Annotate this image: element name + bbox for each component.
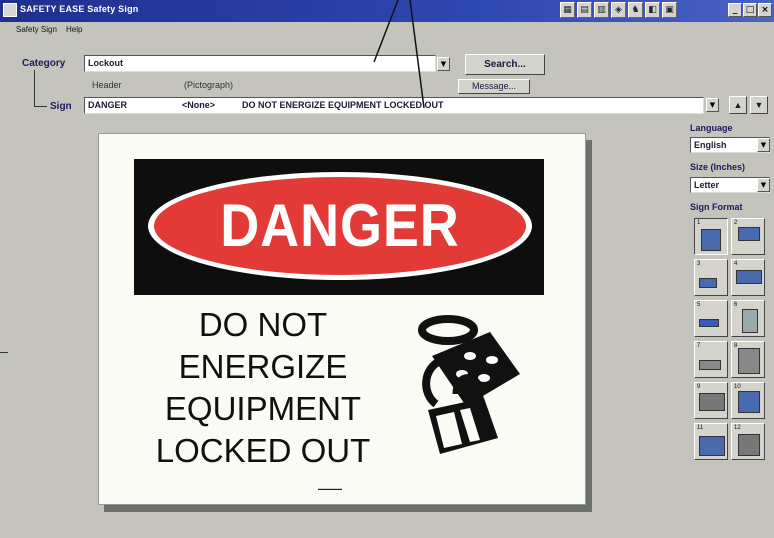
previous-sign-button[interactable]: ▲ (729, 96, 747, 114)
sign-format-thumbnail-icon (738, 434, 760, 456)
close-button[interactable]: × (758, 3, 772, 17)
sign-format-thumbnail-icon (738, 348, 760, 374)
minimize-button[interactable]: _ (728, 3, 742, 17)
sign-format-number: 1 (697, 220, 701, 226)
sign-label: Sign (50, 101, 72, 112)
sign-format-label: Sign Format (690, 202, 743, 212)
toolbar-icon-3[interactable]: ▥ (594, 2, 609, 18)
sign-format-thumbnail-icon (699, 319, 719, 327)
sign-format-number: 4 (734, 261, 738, 267)
sign-format-number: 11 (697, 425, 704, 431)
sign-format-number: 10 (734, 384, 741, 390)
sign-dropdown-icon[interactable]: ▼ (706, 98, 719, 112)
sign-format-7-button[interactable]: 7 (694, 341, 728, 378)
message-line-3: EQUIPMENT (164, 390, 362, 427)
sign-format-number: 6 (734, 302, 738, 308)
search-button[interactable]: Search... (465, 54, 545, 75)
category-dropdown-icon[interactable]: ▼ (437, 57, 450, 71)
sign-format-number: 8 (734, 343, 738, 349)
sign-format-thumbnail-icon (699, 436, 725, 456)
sign-format-2-button[interactable]: 2 (731, 218, 765, 255)
menu-bar: Safety Sign Help (0, 22, 774, 38)
sign-format-number: 9 (697, 384, 701, 390)
padlock-hasp-icon (418, 315, 520, 454)
arrow-up-icon: ▲ (733, 100, 743, 110)
sign-format-11-button[interactable]: 11 (694, 423, 728, 460)
title-bar[interactable]: SAFETY EASE Safety Sign ▦ ▤ ▥ ◈ ♞ ◧ ▣ _ … (0, 0, 774, 22)
titlebar-toolbar: ▦ ▤ ▥ ◈ ♞ ◧ ▣ (560, 2, 677, 18)
sign-format-number: 5 (697, 302, 701, 308)
message-line-1: DO NOT (198, 306, 328, 343)
category-label: Category (22, 58, 66, 69)
sign-format-10-button[interactable]: 10 (731, 382, 765, 419)
sign-format-9-button[interactable]: 9 (694, 382, 728, 419)
arrow-down-icon: ▼ (754, 100, 764, 110)
sign-format-6-button[interactable]: 6 (731, 300, 765, 337)
sign-format-4-button[interactable]: 4 (731, 259, 765, 296)
menu-help[interactable]: Help (66, 25, 82, 34)
sign-format-thumbnail-icon (736, 270, 762, 284)
message-line-2: ENERGIZE (178, 348, 348, 385)
toolbar-icon-6[interactable]: ◧ (645, 2, 660, 18)
sign-format-thumbnail-icon (699, 393, 725, 411)
sign-format-thumbnail-icon (699, 278, 717, 288)
toolbar-icon-2[interactable]: ▤ (577, 2, 592, 18)
sign-code-text: ▬▬▬▬▬▬ (318, 486, 342, 491)
toolbar-icon-5[interactable]: ♞ (628, 2, 643, 18)
category-select[interactable]: Lockout (84, 55, 436, 72)
sign-format-1-button[interactable]: 1 (694, 218, 728, 255)
app-window: SAFETY EASE Safety Sign ▦ ▤ ▥ ◈ ♞ ◧ ▣ _ … (0, 0, 774, 538)
sign-format-thumbnail-icon (699, 360, 721, 370)
sign-message-value: DO NOT ENERGIZE EQUIPMENT LOCKED OUT (242, 100, 444, 110)
app-icon (3, 3, 17, 17)
sign-pictograph-value: <None> (182, 100, 216, 110)
toolbar-icon-1[interactable]: ▦ (560, 2, 575, 18)
sign-format-thumbnail-icon (738, 391, 760, 413)
header-column-label: Header (92, 80, 122, 90)
sign-format-thumbnail-icon (701, 229, 721, 251)
menu-safety-sign[interactable]: Safety Sign (16, 25, 57, 34)
danger-header-text: DANGER (220, 192, 460, 259)
size-dropdown-icon[interactable]: ▼ (757, 178, 770, 192)
message-line-4: LOCKED OUT (155, 432, 371, 469)
category-sign-bracket (34, 70, 47, 107)
window-controls: _ □ × (728, 3, 772, 17)
sign-format-number: 2 (734, 220, 738, 226)
window-title: SAFETY EASE Safety Sign (20, 4, 139, 14)
message-button[interactable]: Message... (458, 79, 530, 94)
sign-format-3-button[interactable]: 3 (694, 259, 728, 296)
sign-format-5-button[interactable]: 5 (694, 300, 728, 337)
pictograph-column-label: (Pictograph) (184, 80, 234, 90)
sign-select[interactable]: DANGER <None> DO NOT ENERGIZE EQUIPMENT LO… (84, 97, 704, 114)
language-dropdown-icon[interactable]: ▼ (757, 138, 770, 152)
sign-header-value: DANGER (88, 100, 128, 110)
sign-format-thumbnail-icon (738, 227, 760, 241)
next-sign-button[interactable]: ▼ (750, 96, 768, 114)
toolbar-icon-7[interactable]: ▣ (662, 2, 677, 18)
size-label: Size (Inches) (690, 162, 746, 172)
maximize-button[interactable]: □ (743, 3, 757, 17)
sign-format-thumbnail-icon (742, 309, 758, 333)
sign-format-8-button[interactable]: 8 (731, 341, 765, 378)
edge-mark (0, 352, 8, 353)
sign-format-number: 3 (697, 261, 701, 267)
toolbar-icon-4[interactable]: ◈ (611, 2, 626, 18)
sign-format-number: 7 (697, 343, 701, 349)
sign-format-number: 12 (734, 425, 741, 431)
sign-format-12-button[interactable]: 12 (731, 423, 765, 460)
language-label: Language (690, 123, 733, 133)
